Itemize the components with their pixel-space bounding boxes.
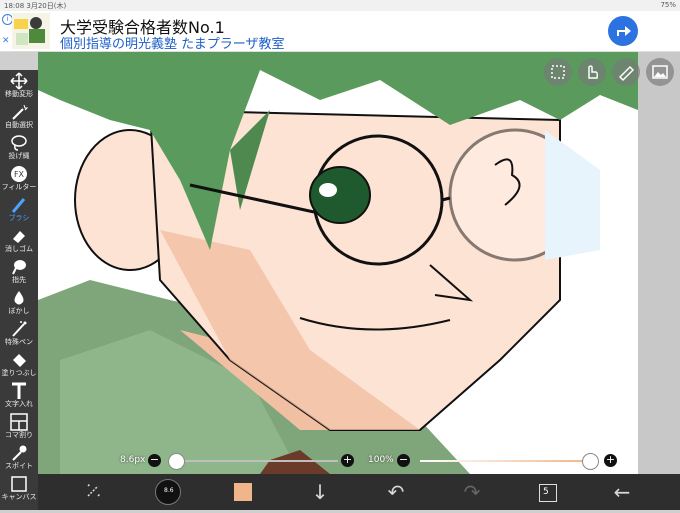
status-battery: 75% [660,1,676,9]
size-decrease-button[interactable]: − [148,454,161,467]
brush-preview-icon: 8.6 [155,479,181,505]
brush-opacity-value: 100% [368,455,394,465]
blur-drop-icon [14,291,24,305]
opacity-increase-button[interactable]: + [604,454,617,467]
selection-icon [551,65,565,79]
tool-canvas[interactable]: キャンバス [0,473,38,508]
directions-arrow-icon [617,26,631,36]
tool-filter[interactable]: FX フィルター [0,163,38,198]
drawing-canvas[interactable] [38,52,638,474]
frame-divide-icon [10,413,28,431]
canvas-icon [11,476,27,492]
tool-label: 消しゴム [5,245,33,253]
lasso-icon [11,135,27,151]
text-icon [12,382,26,399]
redo-icon: ↷ [463,480,481,504]
tool-frame-divide[interactable]: コマ割り [0,411,38,446]
selection-toggle-button[interactable] [544,58,572,86]
tool-label: 移動変形 [5,90,33,98]
size-increase-button[interactable]: + [341,454,354,467]
ruler-icon [618,65,635,82]
bottom-toolbar: 8.6 ↓ ↶ ↷ 5 ← [38,474,680,510]
tool-eyedropper[interactable]: スポイト [0,442,38,477]
ruler-button[interactable] [612,58,640,86]
tool-special-pen[interactable]: 特殊ペン [0,318,38,353]
layers-count: 5 [543,487,549,497]
back-button[interactable]: ← [602,474,642,510]
svg-text:FX: FX [14,170,25,179]
tool-blur[interactable]: ぼかし [0,287,38,322]
eraser-icon [13,231,25,243]
close-icon[interactable]: ✕ [2,36,10,46]
ad-thumbnail [12,13,50,49]
artwork [38,52,638,474]
move-icon [10,72,28,90]
transform-button[interactable] [74,474,114,510]
tool-label: フィルター [1,183,37,191]
ad-banner[interactable]: i ✕ 大学受験合格者数No.1 個別指導の明光義塾 たまプラーザ教室 [0,11,680,52]
tool-label: キャンバス [1,493,37,501]
opacity-decrease-button[interactable]: − [397,454,410,467]
tool-move[interactable]: 移動変形 [0,70,38,105]
status-bar: 18:08 3月20日(木) 75% [0,0,680,11]
rotate-arrows-icon [87,483,101,497]
tool-eraser[interactable]: 消しゴム [0,225,38,260]
hand-pointer-icon [588,65,599,79]
brush-slider-bar: 8.6px − + 100% − + [110,452,638,470]
tool-text[interactable]: 文字入れ [0,380,38,415]
tool-finger[interactable]: 指先 [0,256,38,291]
brush-size-knob[interactable] [168,453,185,470]
tool-label: ブラシ [8,214,30,222]
tool-label: 指先 [12,276,26,284]
brush-size-value: 8.6px [120,455,146,465]
canvas-right-margin [638,52,680,474]
material-button[interactable] [646,58,674,86]
layers-icon: 5 [539,484,557,502]
bucket-icon [13,354,26,367]
tool-label: 自動選択 [5,121,33,129]
tool-label: スポイト [5,462,33,470]
brush-opacity-knob[interactable] [582,453,599,470]
brush-preview-button[interactable]: 8.6 [148,474,188,510]
redo-button[interactable]: ↷ [452,474,492,510]
tool-brush[interactable]: ブラシ [0,194,38,229]
tool-auto-select[interactable]: 自動選択 [0,101,38,136]
tool-label: コマ割り [5,431,33,439]
brush-size-slider[interactable] [168,460,338,462]
tool-label: 特殊ペン [5,338,33,346]
undo-button[interactable]: ↶ [376,474,416,510]
layers-button[interactable]: 5 [528,474,568,510]
tool-label: 文字入れ [5,400,33,408]
ad-subtitle: 個別指導の明光義塾 たまプラーザ教室 [60,37,285,52]
tool-label: ぼかし [8,307,30,315]
finger-tool-button[interactable] [578,58,606,86]
tool-bucket[interactable]: 塗りつぶし [0,349,38,384]
status-time: 18:08 3月20日(木) [4,2,67,10]
brush-icon [11,198,26,213]
filter-fx-icon: FX [11,166,27,182]
back-arrow-icon: ← [613,480,631,504]
color-swatch [234,483,252,501]
down-arrow-icon: ↓ [311,480,329,504]
tool-label: 投げ縄 [8,152,30,160]
magic-wand-icon [12,104,28,120]
ad-go-button[interactable] [608,16,638,46]
brush-preview-label: 8.6 [164,487,174,494]
special-pen-icon [12,321,27,337]
color-button[interactable] [223,474,263,510]
finger-icon [12,260,26,275]
tool-sidebar: 移動変形 自動選択 投げ縄 FX フィルター ブラシ 消しゴム 指先 ぼかし 特… [0,70,38,510]
brush-opacity-slider[interactable] [420,460,590,462]
download-button[interactable]: ↓ [300,474,340,510]
tool-label: 塗りつぶし [1,369,37,377]
eyedropper-icon [12,445,27,461]
tool-lasso[interactable]: 投げ縄 [0,132,38,167]
undo-icon: ↶ [387,480,405,504]
image-icon [652,65,668,79]
